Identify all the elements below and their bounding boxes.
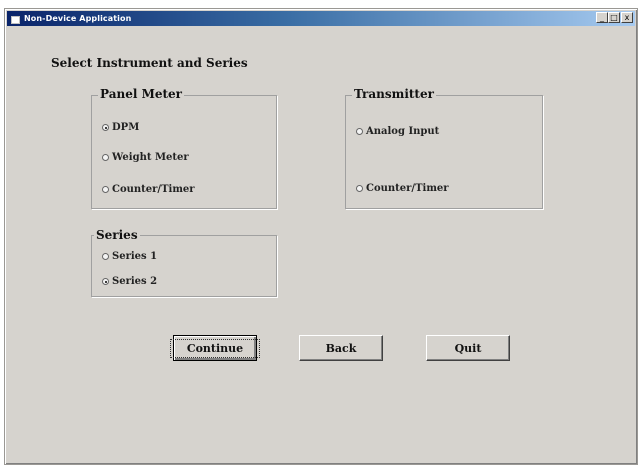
radio-dpm-checked-icon[interactable] [102, 124, 109, 131]
transmitter-legend: Transmitter [352, 87, 436, 101]
radio-panel-counter-timer[interactable]: Counter/Timer [102, 184, 195, 195]
quit-button-label: Quit [454, 341, 482, 355]
radio-transmitter-counter-timer-label: Counter/Timer [366, 183, 449, 194]
radio-series-2[interactable]: Series 2 [102, 276, 157, 287]
window-title: Non-Device Application [24, 14, 132, 23]
quit-button[interactable]: Quit [426, 335, 510, 361]
radio-transmitter-counter-timer[interactable]: Counter/Timer [356, 183, 449, 194]
radio-series-2-checked-icon[interactable] [102, 278, 109, 285]
radio-series-1[interactable]: Series 1 [102, 251, 157, 262]
back-button[interactable]: Back [299, 335, 383, 361]
radio-analog-input[interactable]: Analog Input [356, 126, 439, 137]
radio-panel-counter-timer-label: Counter/Timer [112, 184, 195, 195]
radio-analog-input-icon[interactable] [356, 128, 363, 135]
close-button[interactable]: x [621, 12, 633, 23]
radio-series-1-label: Series 1 [112, 251, 158, 262]
app-icon [10, 14, 20, 24]
radio-transmitter-counter-timer-icon[interactable] [356, 185, 363, 192]
radio-series-2-label: Series 2 [112, 276, 158, 287]
title-bar[interactable]: Non-Device Application _ □ x [7, 11, 635, 26]
radio-weight-meter-label: Weight Meter [112, 152, 189, 163]
application-window: Non-Device Application _ □ x Select Inst… [4, 8, 638, 465]
series-legend: Series [94, 228, 140, 242]
minimize-button[interactable]: _ [596, 12, 608, 23]
radio-series-1-icon[interactable] [102, 253, 109, 260]
page-title: Select Instrument and Series [51, 56, 248, 70]
series-group: Series Series 1 Series 2 [91, 228, 277, 297]
radio-panel-counter-timer-icon[interactable] [102, 186, 109, 193]
radio-weight-meter-icon[interactable] [102, 154, 109, 161]
panel-meter-group: Panel Meter DPM Weight Meter Counter/Tim… [91, 87, 277, 209]
radio-dpm-label: DPM [112, 122, 140, 133]
back-button-label: Back [325, 341, 357, 355]
radio-analog-input-label: Analog Input [366, 126, 440, 137]
radio-dpm[interactable]: DPM [102, 122, 139, 133]
continue-button[interactable]: Continue [169, 335, 261, 361]
window-controls: _ □ x [596, 12, 633, 23]
radio-weight-meter[interactable]: Weight Meter [102, 152, 189, 163]
maximize-button[interactable]: □ [608, 12, 620, 23]
continue-button-label: Continue [169, 338, 261, 358]
panel-meter-legend: Panel Meter [98, 87, 184, 101]
transmitter-group: Transmitter Analog Input Counter/Timer [345, 87, 543, 209]
